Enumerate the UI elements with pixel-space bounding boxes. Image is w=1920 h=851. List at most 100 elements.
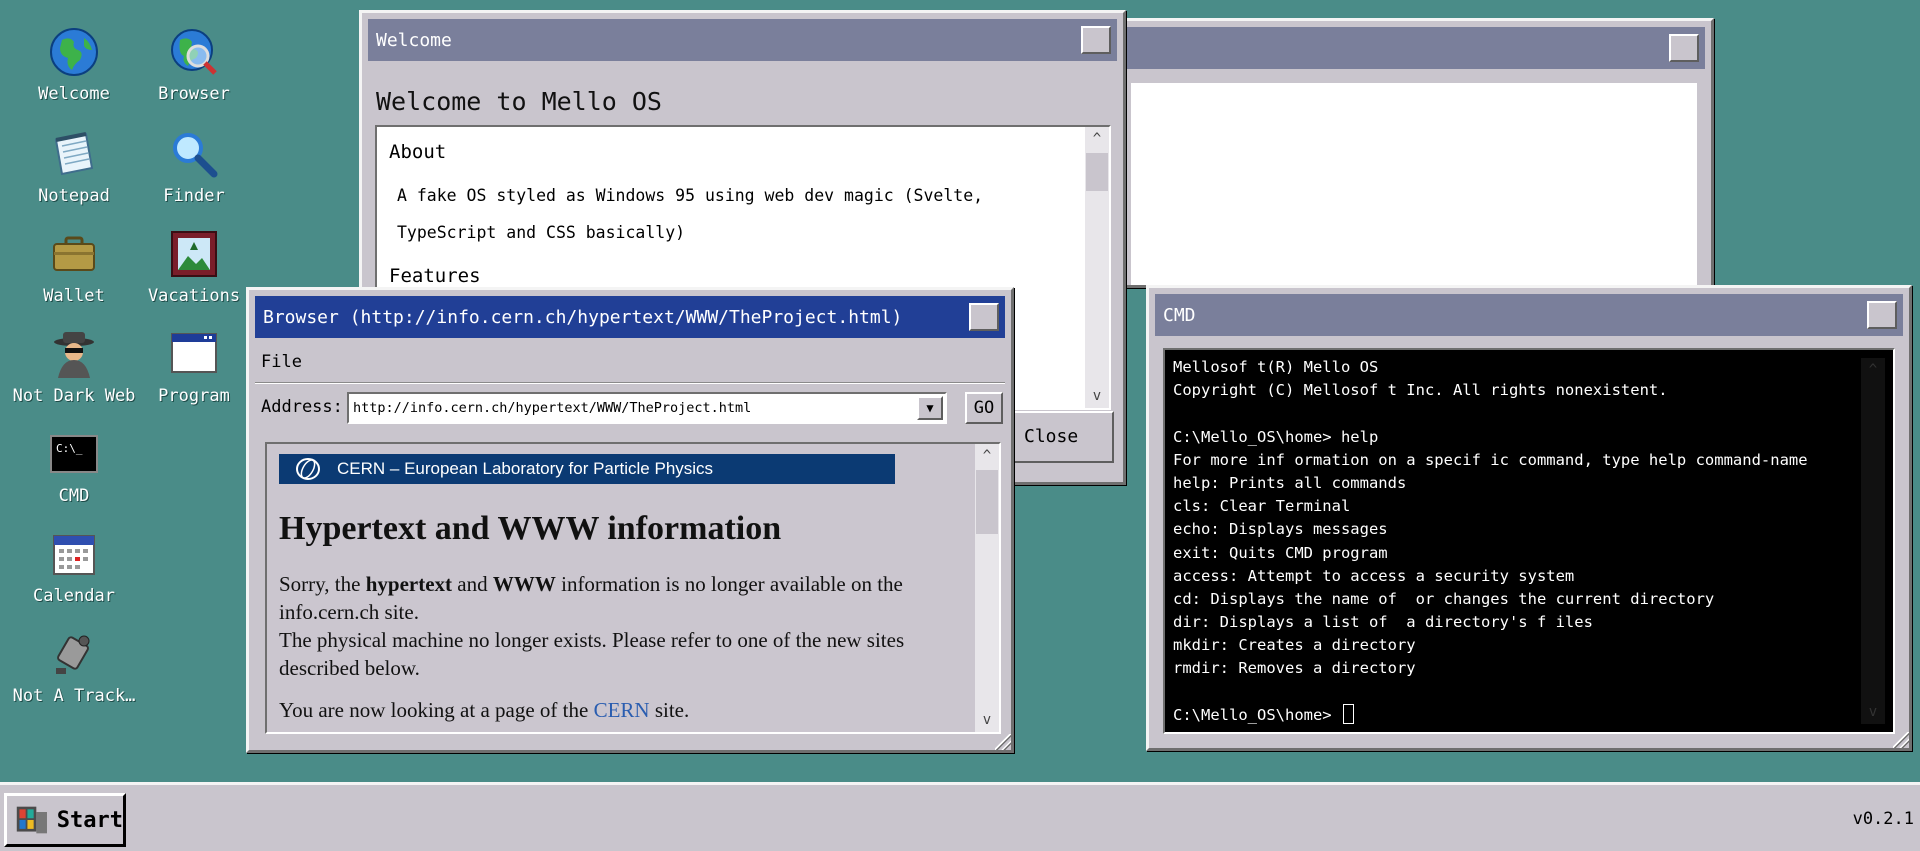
picture-icon [166, 226, 222, 282]
terminal-line: cls: Clear Terminal [1173, 497, 1351, 516]
terminal-output[interactable]: Mellosof t(R) Mello OS Copyright (C) Mell… [1163, 348, 1895, 734]
desktop-icon-wallet[interactable]: Wallet [14, 226, 134, 322]
magnifier-icon [166, 126, 222, 182]
terminal-line: rmdir: Removes a directory [1173, 659, 1416, 678]
scroll-down-icon[interactable]: v [975, 708, 999, 732]
cern-logo-icon [279, 454, 337, 484]
terminal-line: Copyright (C) Mellosof t Inc. All rights… [1173, 381, 1668, 400]
address-label: Address: [261, 397, 343, 417]
text-cursor [1342, 703, 1354, 724]
briefcase-icon [46, 226, 102, 282]
start-button[interactable]: Start [4, 793, 126, 847]
terminal-line: cd: Displays the name of or changes the … [1173, 589, 1715, 608]
terminal-line: help: Prints all commands [1173, 473, 1407, 492]
terminal-line: dir: Displays a list of a directory's f … [1173, 613, 1593, 632]
desktop-icon-not-a-tracker[interactable]: Not A Track… [12, 626, 136, 722]
terminal-line: C:\Mello_OS\home> help [1173, 427, 1379, 446]
desktop-icon-label: Not Dark Web [12, 386, 136, 406]
desktop-icon-program[interactable]: Program [134, 326, 254, 422]
close-button[interactable] [969, 303, 999, 331]
desktop-icon-label: Welcome [38, 84, 110, 104]
background-window[interactable] [1108, 18, 1714, 288]
desktop-icon-label: CMD [58, 486, 90, 506]
resize-grip[interactable] [995, 734, 1011, 750]
globe-icon [46, 24, 102, 80]
calendar-icon [46, 526, 102, 582]
terminal-scrollbar[interactable]: ^ v [1861, 358, 1885, 724]
welcome-scrollbar[interactable]: ^ v [1085, 127, 1109, 408]
scroll-thumb[interactable] [976, 470, 998, 534]
desktop-icon-welcome[interactable]: Welcome [14, 24, 134, 120]
browser-window[interactable]: Browser (http://info.cern.ch/hypertext/W… [246, 287, 1014, 753]
desktop-icon-label: Finder [163, 186, 225, 206]
desktop-icon-vacations[interactable]: Vacations [134, 226, 254, 322]
cern-link[interactable]: CERN [594, 698, 650, 722]
camera-icon [46, 626, 102, 682]
globe-magnifier-icon [166, 24, 222, 80]
cmd-window[interactable]: CMD Mellosof t(R) Mello OS Copyright (C) … [1146, 285, 1912, 751]
terminal-icon: C:\_ [46, 426, 102, 482]
browser-scrollbar[interactable]: ^ v [975, 444, 999, 732]
welcome-window-titlebar[interactable]: Welcome [368, 19, 1117, 61]
close-button[interactable] [1669, 34, 1699, 62]
scroll-down-icon[interactable]: v [1861, 700, 1885, 724]
background-window-content [1131, 83, 1697, 285]
cern-banner-text: CERN – European Laboratory for Particle … [337, 459, 714, 478]
desktop-icon-label: Program [158, 386, 230, 406]
page-paragraph: Sorry, the hypertext and WWW information… [279, 572, 905, 680]
svg-text:C:\_: C:\_ [56, 442, 83, 455]
menu-separator [255, 382, 1005, 384]
terminal-line: exit: Quits CMD program [1173, 543, 1388, 562]
desktop-icon-label: Browser [158, 84, 230, 104]
address-input[interactable]: http://info.cern.ch/hypertext/WWW/ThePro… [347, 392, 947, 424]
start-logo-icon [16, 806, 47, 834]
go-button[interactable]: GO [965, 392, 1003, 424]
taskbar: Start v0.2.1 [0, 782, 1920, 851]
desktop-icon-notepad[interactable]: Notepad [14, 126, 134, 222]
terminal-prompt: C:\Mello_OS\home> [1173, 705, 1341, 724]
terminal-line: Mellosof t(R) Mello OS [1173, 358, 1379, 376]
window-title: Browser (http://info.cern.ch/hypertext/W… [263, 306, 903, 328]
window-title: Welcome [376, 29, 452, 51]
scroll-up-icon[interactable]: ^ [1085, 127, 1109, 151]
about-heading: About [389, 141, 447, 163]
terminal-line: echo: Displays messages [1173, 520, 1388, 539]
desktop-icon-browser[interactable]: Browser [134, 24, 254, 120]
features-heading: Features [389, 265, 481, 287]
scroll-down-icon[interactable]: v [1085, 384, 1109, 408]
page-paragraph: You are now looking at a page of the CER… [279, 698, 690, 722]
notepad-icon [46, 126, 102, 182]
version-label: v0.2.1 [1852, 809, 1914, 829]
browser-viewport: CERN – European Laboratory for Particle … [265, 442, 1001, 734]
desktop-icon-label: Vacations [147, 286, 241, 306]
scroll-thumb[interactable] [1086, 153, 1108, 191]
terminal-line: For more inf ormation on a specif ic com… [1173, 450, 1808, 469]
scroll-up-icon[interactable]: ^ [1861, 358, 1885, 382]
program-window-icon [166, 326, 222, 382]
terminal-prompt-line[interactable]: C:\Mello_OS\home> [1173, 703, 1893, 727]
welcome-close-button[interactable]: Close [1002, 411, 1114, 463]
desktop-icon-label: Wallet [43, 286, 105, 306]
close-button[interactable] [1867, 301, 1897, 329]
start-label: Start [56, 807, 123, 833]
about-text: A fake OS styled as Windows 95 using web… [397, 186, 984, 242]
browser-window-titlebar[interactable]: Browser (http://info.cern.ch/hypertext/W… [255, 296, 1005, 338]
page-heading: Hypertext and WWW information [279, 510, 782, 547]
window-title: CMD [1163, 304, 1196, 326]
menu-file[interactable]: File [261, 352, 302, 372]
chevron-down-icon[interactable]: ▼ [917, 396, 943, 420]
close-button[interactable] [1081, 26, 1111, 54]
desktop-icon-not-dark-web[interactable]: Not Dark Web [12, 326, 136, 422]
desktop-icon-calendar[interactable]: Calendar [14, 526, 134, 622]
background-window-titlebar[interactable] [1117, 27, 1705, 69]
desktop-icon-finder[interactable]: Finder [134, 126, 254, 222]
desktop-icon-label: Not A Track… [12, 686, 136, 706]
resize-grip[interactable] [1893, 732, 1909, 748]
desktop-icon-cmd[interactable]: C:\_ CMD [14, 426, 134, 522]
scroll-up-icon[interactable]: ^ [975, 444, 999, 468]
welcome-heading: Welcome to Mello OS [376, 87, 662, 116]
terminal-line: access: Attempt to access a security sys… [1173, 566, 1575, 585]
cmd-window-titlebar[interactable]: CMD [1155, 294, 1903, 336]
